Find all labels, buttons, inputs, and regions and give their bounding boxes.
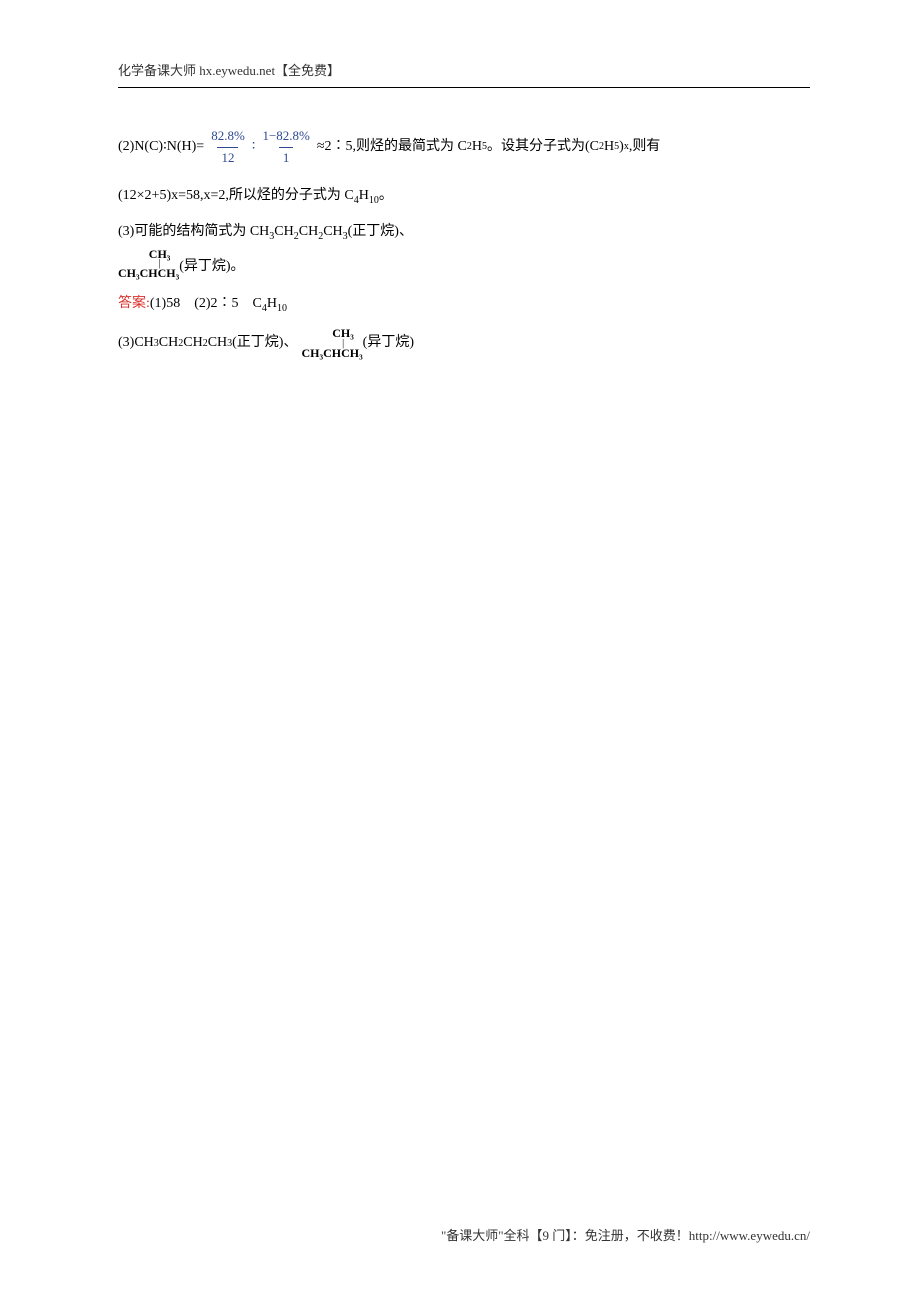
colon-separator: ∶ xyxy=(252,136,256,158)
solution-line-2: (2)N(C)∶N(H)= 82.8% 12 ∶ 1−82.8% 1 ≈2∶5,… xyxy=(118,126,810,169)
text-segment: ,则有 xyxy=(629,136,661,158)
text-segment: (1)58 (2)2∶5 C xyxy=(150,296,262,311)
structure-top: CH₃ xyxy=(301,327,362,340)
footer-text: "备课大师"全科【9 门】：免注册，不收费！http://www.eywedu.… xyxy=(441,1228,810,1243)
fraction-numerator: 82.8% xyxy=(207,126,249,147)
document-page: 化学备课大师 hx.eywedu.net【全免费】 (2)N(C)∶N(H)= … xyxy=(0,0,920,360)
text-segment: CH xyxy=(323,224,342,239)
fraction-1: 82.8% 12 xyxy=(207,126,249,169)
subscript: 10 xyxy=(369,194,379,205)
answer-line-1: 答案:(1)58 (2)2∶5 C4H10 xyxy=(118,291,810,318)
solution-line-3: (12×2+5)x=58,x=2,所以烃的分子式为 C4H10。 xyxy=(118,183,810,210)
fraction-numerator: 1−82.8% xyxy=(258,126,313,147)
answer-label: 答案: xyxy=(118,296,150,311)
fraction-denominator: 1 xyxy=(279,147,294,169)
structure-top: CH₃ xyxy=(118,248,179,261)
isobutane-structure-line: CH₃ | CH₃CHCH₃ (异丁烷)。 xyxy=(118,248,810,280)
subscript: 10 xyxy=(277,302,287,313)
text-segment: (异丁烷) xyxy=(363,332,414,354)
text-segment: (3)CH xyxy=(118,332,154,354)
text-segment: (2)N(C)∶N(H)= xyxy=(118,136,204,158)
text-segment: H xyxy=(359,188,369,203)
solution-line-4: (3)可能的结构简式为 CH3CH2CH2CH3(正丁烷)、 xyxy=(118,219,810,246)
text-segment: 。设其分子式为(C xyxy=(487,136,599,158)
isobutane-structure-icon: CH₃ | CH₃CHCH₃ xyxy=(301,327,362,359)
text-segment: 。 xyxy=(379,188,393,203)
page-footer: "备课大师"全科【9 门】：免注册，不收费！http://www.eywedu.… xyxy=(441,1225,810,1244)
text-segment: CH xyxy=(274,224,293,239)
structure-bottom: CH₃CHCH₃ xyxy=(118,267,179,280)
answer-line-3: (3)CH3CH2CH2CH3(正丁烷)、 CH₃ | CH₃CHCH₃ (异丁… xyxy=(118,327,810,359)
text-segment: CH xyxy=(183,332,202,354)
fraction-denominator: 12 xyxy=(217,147,238,169)
fraction-2: 1−82.8% 1 xyxy=(258,126,313,169)
text-segment: H xyxy=(604,136,614,158)
structure-bottom: CH₃CHCH₃ xyxy=(301,347,362,360)
text-segment: (12×2+5)x=58,x=2,所以烃的分子式为 C xyxy=(118,188,354,203)
text-segment: H xyxy=(267,296,277,311)
text-segment: CH xyxy=(208,332,227,354)
text-segment: (正丁烷)、 xyxy=(232,332,297,354)
text-segment: (3)可能的结构简式为 CH xyxy=(118,224,269,239)
text-segment: (异丁烷)。 xyxy=(179,259,244,274)
text-segment: H xyxy=(472,136,482,158)
text-segment: CH xyxy=(159,332,178,354)
text-segment: CH xyxy=(299,224,318,239)
text-segment: ≈2∶5,则烃的最简式为 C xyxy=(317,136,467,158)
header-text: 化学备课大师 hx.eywedu.net【全免费】 xyxy=(118,63,340,78)
text-segment: (正丁烷)、 xyxy=(348,224,413,239)
page-header: 化学备课大师 hx.eywedu.net【全免费】 xyxy=(118,60,810,88)
isobutane-structure-icon: CH₃ | CH₃CHCH₃ xyxy=(118,248,179,280)
